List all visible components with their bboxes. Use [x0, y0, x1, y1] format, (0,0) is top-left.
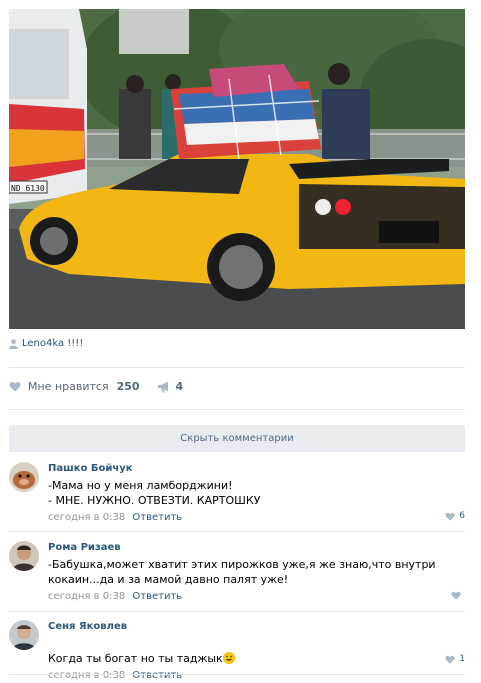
comment-item: Сеня Яковлев Когда ты богат но ты таджык…	[9, 620, 465, 681]
comment-like[interactable]: 1	[445, 654, 465, 664]
user-icon	[9, 338, 18, 349]
divider	[9, 674, 465, 675]
share-count[interactable]: 4	[176, 380, 184, 393]
comment-meta: сегодня в 0:38 Ответить	[48, 669, 465, 683]
divider	[9, 531, 465, 532]
smile-emoji-icon	[222, 652, 235, 664]
hide-comments-label: Скрыть комментарии	[180, 433, 294, 444]
avatar[interactable]	[9, 620, 39, 650]
comment-text: -Бабушка,может хватит этих пирожков уже,…	[48, 558, 436, 586]
comment-like[interactable]: 6	[445, 511, 465, 521]
divider	[9, 611, 465, 612]
reply-button[interactable]: Ответить	[132, 591, 182, 602]
comment-item: Пашко Бойчук -Мама но у меня ламборджини…	[9, 462, 465, 532]
heart-icon	[445, 655, 455, 664]
comment-meta: сегодня в 0:38 Ответить	[48, 511, 465, 525]
heart-icon	[445, 512, 455, 521]
comment-author[interactable]: Рома Ризаев	[48, 541, 465, 555]
reply-button[interactable]: Ответить	[132, 512, 182, 523]
post-photo[interactable]: ND 6130	[9, 9, 465, 329]
comment-text: Когда ты богат но ты таджык	[48, 652, 223, 665]
comment-time[interactable]: сегодня в 0:38	[48, 591, 125, 602]
comment-text: -Мама но у меня ламборджини! - МНЕ. НУЖН…	[48, 479, 261, 507]
post-author-name[interactable]: Leno4ka !!!!	[22, 338, 83, 349]
post-author[interactable]: Leno4ka !!!!	[9, 338, 83, 349]
divider	[9, 409, 465, 410]
like-button-label[interactable]: Мне нравится	[28, 380, 109, 393]
megaphone-icon[interactable]	[157, 381, 171, 393]
car-roof-luggage-photo: ND 6130	[9, 9, 465, 329]
comment-author[interactable]: Пашко Бойчук	[48, 462, 465, 476]
bus-plate-text: ND 6130	[11, 184, 45, 193]
avatar[interactable]	[9, 541, 39, 571]
comment-like[interactable]	[451, 591, 465, 600]
comment-like-count: 6	[459, 511, 465, 521]
post-actions: Мне нравится 250 4	[9, 380, 183, 393]
comment-item: Рома Ризаев -Бабушка,может хватит этих п…	[9, 541, 465, 611]
heart-icon[interactable]	[9, 381, 21, 392]
comment-text-row: Когда ты богат но ты таджык	[48, 636, 465, 666]
comment-time[interactable]: сегодня в 0:38	[48, 512, 125, 523]
divider	[9, 367, 465, 368]
comment-meta: сегодня в 0:38 Ответить	[48, 590, 465, 604]
comment-like-count: 1	[459, 654, 465, 664]
heart-icon	[451, 591, 461, 600]
comment-author[interactable]: Сеня Яковлев	[48, 620, 465, 634]
like-count[interactable]: 250	[117, 380, 140, 393]
avatar[interactable]	[9, 462, 39, 492]
hide-comments-button[interactable]: Скрыть комментарии	[9, 425, 465, 452]
reply-button[interactable]: Ответить	[132, 670, 182, 681]
comment-time[interactable]: сегодня в 0:38	[48, 670, 125, 681]
